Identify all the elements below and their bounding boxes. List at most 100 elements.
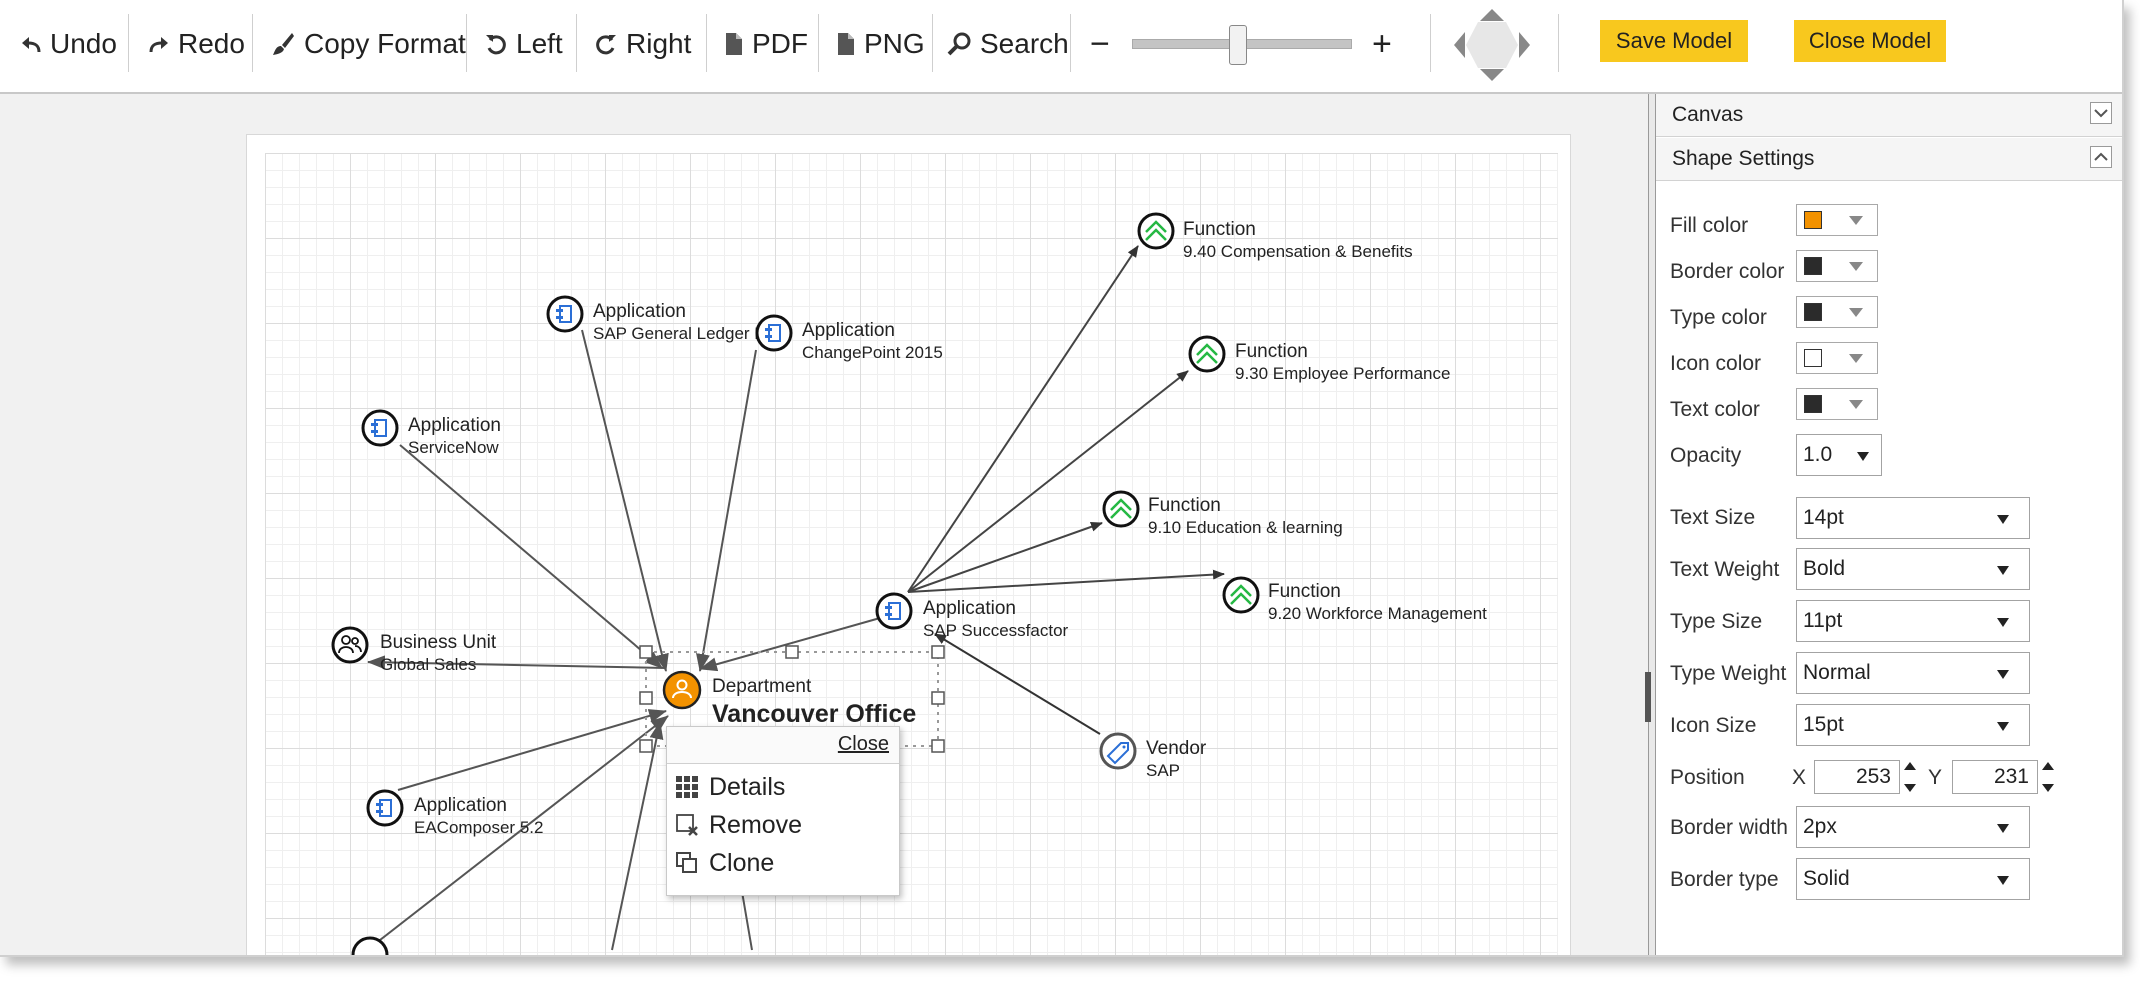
shape-settings-header[interactable]: Shape Settings — [1656, 138, 2122, 181]
save-model-label: Save Model — [1615, 28, 1733, 53]
connector[interactable] — [907, 370, 1189, 593]
position-y-input[interactable]: 231 — [1952, 760, 2038, 794]
node-name-label: 9.30 Employee Performance — [1235, 364, 1450, 383]
icon-color-label: Icon color — [1670, 352, 1762, 375]
node-function[interactable]: Function 9.10 Education & learning — [1102, 490, 1343, 537]
opacity-select[interactable]: 1.0 — [1796, 434, 1882, 476]
zoom-slider[interactable] — [1132, 25, 1352, 65]
dropdown-arrow-icon — [1997, 618, 2009, 627]
connector[interactable] — [397, 709, 667, 791]
spin-up-icon[interactable] — [2042, 762, 2054, 770]
export-png-button[interactable]: PNG — [836, 22, 925, 66]
spin-up-icon[interactable] — [1904, 762, 1916, 770]
node-name-label: EAComposer 5.2 — [414, 818, 543, 837]
dropdown-arrow-icon — [1997, 722, 2009, 731]
node-type-label: Application — [408, 415, 501, 436]
node-partial[interactable] — [351, 936, 389, 955]
close-model-button[interactable]: Close Model — [1794, 20, 1946, 62]
node-name-label: SAP — [1146, 761, 1180, 780]
node-type-label: Function — [1268, 581, 1341, 602]
connector[interactable] — [934, 633, 1101, 735]
node-function[interactable]: Function 9.30 Employee Performance — [1188, 335, 1450, 383]
menu-item-details[interactable]: Details — [675, 771, 785, 803]
connector[interactable] — [699, 617, 881, 672]
context-menu-close-link[interactable]: Close — [838, 733, 889, 756]
position-y-spinner[interactable] — [2040, 760, 2056, 794]
brush-icon — [273, 33, 294, 55]
icon-size-select[interactable]: 15pt — [1796, 704, 2030, 746]
collapse-button[interactable] — [2090, 146, 2112, 168]
fill-color-picker[interactable] — [1796, 204, 1878, 236]
expand-button[interactable] — [2090, 102, 2112, 124]
type-size-label: Type Size — [1670, 610, 1763, 633]
zoom-out-button[interactable]: − — [1090, 22, 1110, 66]
type-weight-select[interactable]: Normal — [1796, 652, 2030, 694]
connector[interactable] — [581, 329, 669, 672]
text-size-select[interactable]: 14pt — [1796, 497, 2030, 539]
dropdown-arrow-icon — [1849, 354, 1863, 363]
border-type-select[interactable]: Solid — [1796, 858, 2030, 900]
color-chip — [1804, 349, 1822, 367]
node-vendor[interactable]: Vendor SAP — [1099, 732, 1207, 780]
type-color-label: Type color — [1670, 306, 1767, 329]
save-model-button[interactable]: Save Model — [1600, 20, 1748, 62]
node-application[interactable]: Application ChangePoint 2015 — [755, 314, 943, 362]
redo-button[interactable]: Redo — [148, 22, 245, 66]
type-size-select[interactable]: 11pt — [1796, 600, 2030, 642]
type-color-picker[interactable] — [1796, 296, 1878, 328]
document-icon — [726, 33, 742, 55]
border-color-picker[interactable] — [1796, 250, 1878, 282]
dropdown-arrow-icon — [1997, 876, 2009, 885]
connector[interactable] — [696, 349, 757, 672]
node-business-unit[interactable]: Business Unit Global Sales — [331, 626, 497, 674]
position-x-input[interactable]: 253 — [1814, 760, 1900, 794]
text-color-picker[interactable] — [1796, 388, 1878, 420]
pan-control[interactable] — [1452, 8, 1532, 82]
spin-down-icon[interactable] — [1904, 784, 1916, 792]
node-name-label: 9.10 Education & learning — [1148, 518, 1343, 537]
icon-size-label: Icon Size — [1670, 714, 1757, 737]
color-chip — [1804, 211, 1822, 229]
connector[interactable] — [611, 721, 664, 951]
splitter-handle[interactable] — [1645, 672, 1651, 722]
text-weight-select[interactable]: Bold — [1796, 548, 2030, 590]
dropdown-arrow-icon — [1849, 216, 1863, 225]
node-application[interactable]: Application ServiceNow — [361, 409, 501, 457]
zoom-in-button[interactable]: + — [1372, 22, 1392, 66]
position-x-spinner[interactable] — [1902, 760, 1918, 794]
menu-item-label: Details — [709, 772, 786, 801]
panel-splitter[interactable] — [1648, 94, 1656, 955]
node-function[interactable]: Function 9.40 Compensation & Benefits — [1137, 212, 1413, 261]
copy-format-button[interactable]: Copy Format — [270, 22, 466, 66]
node-function[interactable]: Function 9.20 Workforce Management — [1222, 576, 1487, 623]
icon-color-picker[interactable] — [1796, 342, 1878, 374]
zoom-slider-thumb[interactable] — [1228, 25, 1247, 65]
undo-button[interactable]: Undo — [20, 22, 117, 66]
undo-label: Undo — [50, 28, 117, 59]
menu-item-label: Clone — [709, 848, 775, 877]
icon-size-value: 15pt — [1803, 713, 1844, 736]
opacity-label: Opacity — [1670, 444, 1742, 467]
menu-item-remove[interactable]: Remove — [675, 809, 802, 841]
node-type-label: Application — [414, 795, 507, 816]
menu-item-clone[interactable]: Clone — [675, 847, 774, 879]
border-type-value: Solid — [1803, 867, 1850, 890]
rotate-right-button[interactable]: Right — [594, 22, 691, 66]
text-size-value: 14pt — [1803, 506, 1844, 529]
node-application[interactable]: Application SAP Successfactor — [875, 592, 1069, 640]
connector[interactable] — [907, 569, 1225, 593]
node-application[interactable]: Application EAComposer 5.2 — [366, 789, 543, 837]
rotate-left-button[interactable]: Left — [484, 22, 563, 66]
search-label: Search — [980, 28, 1069, 59]
remove-icon — [676, 814, 698, 836]
node-name-label: ChangePoint 2015 — [802, 343, 943, 362]
spin-down-icon[interactable] — [2042, 784, 2054, 792]
border-type-label: Border type — [1670, 868, 1779, 891]
connector[interactable] — [907, 245, 1139, 593]
border-width-select[interactable]: 2px — [1796, 806, 2030, 848]
toolbar-divider — [1430, 14, 1431, 72]
export-pdf-button[interactable]: PDF — [724, 22, 808, 66]
canvas-section-header[interactable]: Canvas — [1656, 94, 2122, 137]
search-button[interactable]: Search — [946, 22, 1069, 66]
node-department-selected[interactable]: Department Vancouver Office — [662, 670, 916, 728]
